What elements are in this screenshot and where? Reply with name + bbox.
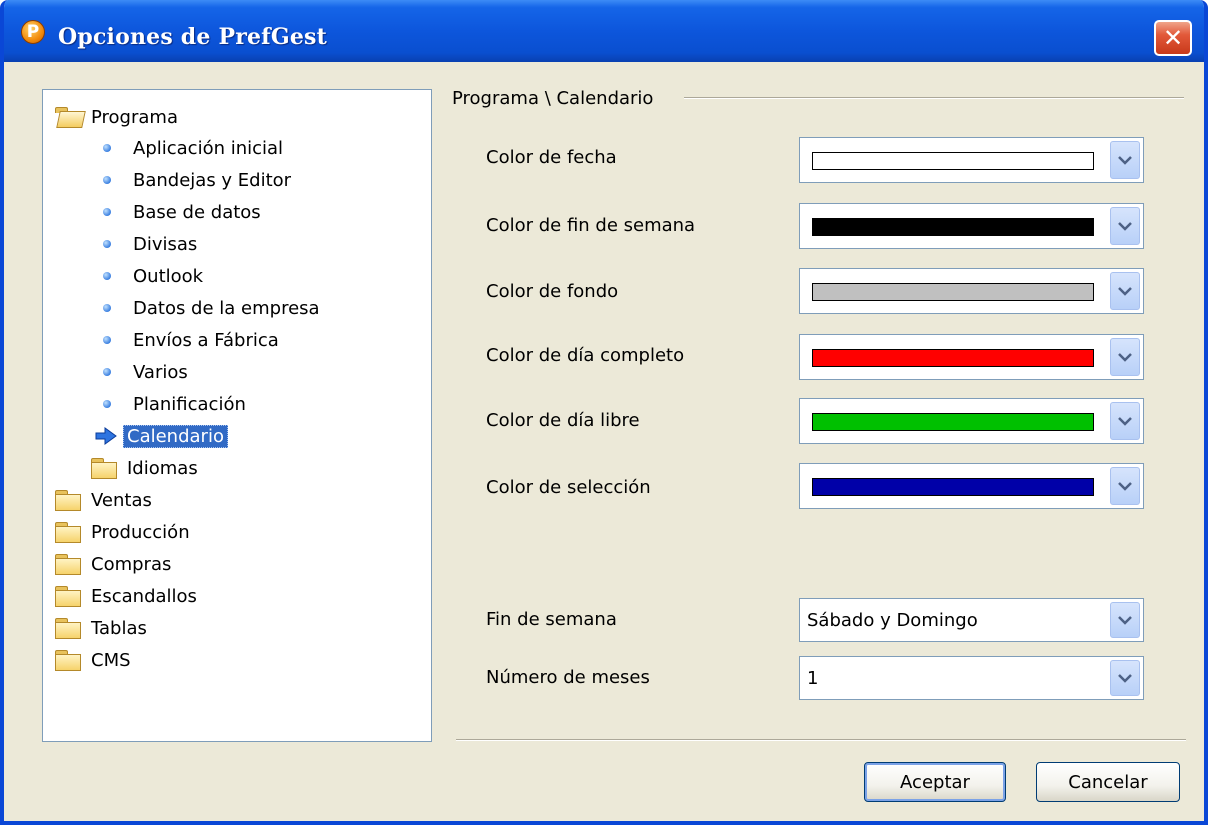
fin-de-semana-select[interactable]: Sábado y Domingo (799, 598, 1144, 642)
color-swatch (812, 283, 1094, 301)
tree-item-datos-empresa[interactable]: Datos de la empresa (103, 293, 320, 323)
tree-item-aplicacion-inicial[interactable]: Aplicación inicial (103, 133, 283, 163)
color-swatch (812, 152, 1094, 170)
tree-item-label-selected: Calendario (123, 424, 228, 448)
bullet-icon (103, 176, 111, 184)
tree-item-escandallos[interactable]: Escandallos (55, 581, 197, 611)
tree-item-tablas[interactable]: Tablas (55, 613, 147, 643)
tree-item-varios[interactable]: Varios (103, 357, 188, 387)
title-bar[interactable]: P Opciones de PrefGest ✕ (4, 0, 1204, 62)
tree-item-label: Base de datos (133, 201, 261, 223)
section-title: Programa \ Calendario (452, 88, 654, 109)
tree-item-label: Divisas (133, 233, 198, 255)
window-title: Opciones de PrefGest (58, 24, 327, 50)
section-divider (684, 97, 1184, 99)
tree-item-label: Datos de la empresa (133, 297, 320, 319)
color-fecha-picker[interactable] (799, 137, 1144, 183)
close-button[interactable]: ✕ (1154, 20, 1192, 56)
folder-open-icon (55, 107, 81, 127)
color-dia-libre-picker[interactable] (799, 398, 1144, 444)
tree-item-divisas[interactable]: Divisas (103, 229, 197, 259)
bullet-icon (103, 272, 111, 280)
tree-item-calendario[interactable]: Calendario (95, 421, 228, 451)
folder-icon (55, 650, 81, 671)
tree-item-label: Tablas (91, 617, 147, 639)
tree-item-idiomas[interactable]: Idiomas (91, 453, 198, 483)
chevron-down-icon[interactable] (1110, 467, 1140, 505)
options-dialog: P Opciones de PrefGest ✕ Programa Aplica… (0, 0, 1208, 825)
fin-de-semana-value: Sábado y Domingo (807, 610, 978, 631)
label-color-fecha: Color de fecha (486, 147, 617, 168)
prefgest-logo-icon: P (21, 20, 45, 44)
tree-item-label: Ventas (91, 489, 152, 511)
tree-item-label: Programa (91, 106, 178, 128)
bullet-icon (103, 240, 111, 248)
tree-item-label: CMS (91, 649, 131, 671)
bullet-icon (103, 368, 111, 376)
color-fondo-picker[interactable] (799, 268, 1144, 314)
tree-item-produccion[interactable]: Producción (55, 517, 190, 547)
tree-item-envios-fabrica[interactable]: Envíos a Fábrica (103, 325, 279, 355)
label-color-seleccion: Color de selección (486, 477, 651, 498)
tree-item-label: Aplicación inicial (133, 137, 284, 159)
tree-item-label: Producción (91, 521, 190, 543)
folder-icon (55, 522, 81, 543)
tree-item-planificacion[interactable]: Planificación (103, 389, 246, 419)
folder-icon (55, 618, 81, 639)
chevron-down-icon[interactable] (1110, 141, 1140, 179)
tree-item-label: Envíos a Fábrica (133, 329, 279, 351)
tree-item-label: Outlook (133, 265, 204, 287)
color-dia-completo-picker[interactable] (799, 334, 1144, 380)
label-color-dia-completo: Color de día completo (486, 345, 685, 366)
label-fin-de-semana: Fin de semana (486, 609, 617, 630)
label-numero-meses: Número de meses (486, 667, 650, 688)
folder-icon (55, 490, 81, 511)
bullet-icon (103, 304, 111, 312)
cancel-button[interactable]: Cancelar (1036, 762, 1180, 802)
tree-item-label: Bandejas y Editor (133, 169, 292, 191)
label-color-dia-libre: Color de día libre (486, 410, 640, 431)
tree-item-compras[interactable]: Compras (55, 549, 171, 579)
accept-button[interactable]: Aceptar (864, 762, 1006, 802)
folder-icon (91, 458, 117, 479)
folder-icon (55, 554, 81, 575)
tree-item-label: Planificación (133, 393, 246, 415)
chevron-down-icon[interactable] (1110, 207, 1140, 245)
arrow-right-icon (95, 427, 117, 445)
tree-item-label: Idiomas (127, 457, 198, 479)
color-swatch (812, 478, 1094, 496)
color-swatch (812, 349, 1094, 367)
chevron-down-icon[interactable] (1110, 402, 1140, 440)
chevron-down-icon[interactable] (1110, 272, 1140, 310)
tree-item-label: Escandallos (91, 585, 197, 607)
tree-item-label: Varios (133, 361, 188, 383)
bullet-icon (103, 336, 111, 344)
label-color-fondo: Color de fondo (486, 281, 619, 302)
tree-item-label: Compras (91, 553, 172, 575)
color-fin-semana-picker[interactable] (799, 203, 1144, 249)
numero-meses-select[interactable]: 1 (799, 656, 1144, 700)
chevron-down-icon[interactable] (1110, 660, 1140, 696)
label-color-fin-semana: Color de fin de semana (486, 215, 696, 236)
color-swatch (812, 413, 1094, 431)
footer-divider (456, 739, 1186, 741)
tree-item-outlook[interactable]: Outlook (103, 261, 203, 291)
chevron-down-icon[interactable] (1110, 338, 1140, 376)
bullet-icon (103, 208, 111, 216)
numero-meses-value: 1 (807, 668, 819, 689)
options-tree[interactable]: Programa Aplicación inicial Bandejas y E… (42, 89, 432, 742)
folder-icon (55, 586, 81, 607)
bullet-icon (103, 400, 111, 408)
chevron-down-icon[interactable] (1110, 602, 1140, 638)
tree-item-ventas[interactable]: Ventas (55, 485, 152, 515)
bullet-icon (103, 144, 111, 152)
color-seleccion-picker[interactable] (799, 463, 1144, 509)
tree-item-bandejas-editor[interactable]: Bandejas y Editor (103, 165, 291, 195)
tree-item-base-datos[interactable]: Base de datos (103, 197, 261, 227)
tree-item-programa[interactable]: Programa (55, 102, 178, 132)
tree-item-cms[interactable]: CMS (55, 645, 131, 675)
color-swatch (812, 218, 1094, 236)
